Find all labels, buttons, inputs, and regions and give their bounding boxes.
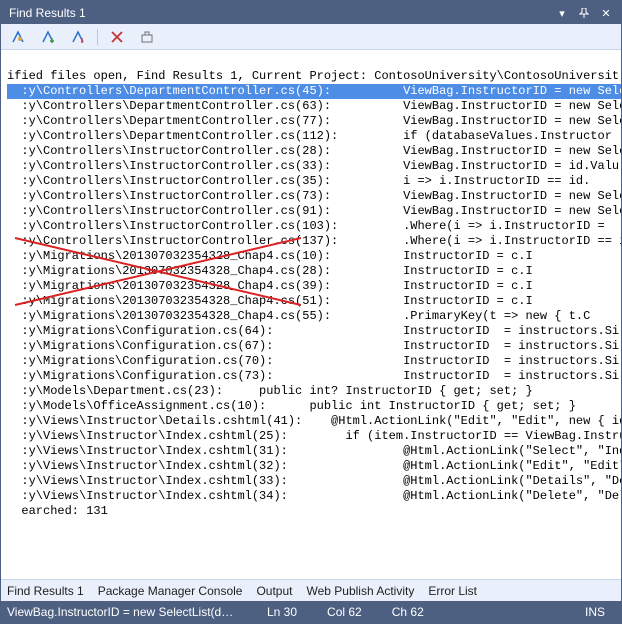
result-line[interactable]: :y\Views\Instructor\Index.cshtml(34): @H…: [7, 489, 621, 504]
result-line[interactable]: :y\Views\Instructor\Details.cshtml(41): …: [7, 414, 621, 429]
result-line[interactable]: :y\Controllers\DepartmentController.cs(7…: [7, 114, 621, 129]
status-col: Col 62: [327, 605, 362, 619]
result-line[interactable]: :y\Controllers\InstructorController.cs(3…: [7, 174, 621, 189]
result-line[interactable]: :y\Migrations\201307032354328_Chap4.cs(5…: [7, 294, 621, 309]
result-line[interactable]: :y\Controllers\InstructorController.cs(9…: [7, 204, 621, 219]
result-line[interactable]: :y\Controllers\InstructorController.cs(1…: [7, 219, 621, 234]
tab-find-results[interactable]: Find Results 1: [7, 584, 84, 598]
result-line[interactable]: :y\Models\OfficeAssignment.cs(10): publi…: [7, 399, 621, 414]
tab-web-publish[interactable]: Web Publish Activity: [307, 584, 415, 598]
result-line[interactable]: :y\Views\Instructor\Index.cshtml(25): if…: [7, 429, 621, 444]
result-line[interactable]: :y\Controllers\DepartmentController.cs(4…: [7, 84, 621, 99]
close-icon[interactable]: ✕: [595, 4, 617, 22]
tab-error-list[interactable]: Error List: [428, 584, 477, 598]
results-footer: earched: 131: [7, 504, 621, 519]
bottom-tabs: Find Results 1 Package Manager Console O…: [1, 579, 621, 601]
tab-output[interactable]: Output: [256, 584, 292, 598]
status-line: Ln 30: [267, 605, 297, 619]
status-ins: INS: [585, 605, 605, 619]
result-line[interactable]: :y\Migrations\201307032354328_Chap4.cs(2…: [7, 264, 621, 279]
result-line[interactable]: :y\Migrations\Configuration.cs(67): Inst…: [7, 339, 621, 354]
result-line[interactable]: :y\Migrations\201307032354328_Chap4.cs(1…: [7, 249, 621, 264]
result-line[interactable]: :y\Controllers\DepartmentController.cs(1…: [7, 129, 621, 144]
statusbar: ViewBag.InstructorID = new SelectList(db…: [1, 601, 621, 623]
stop-button[interactable]: [106, 26, 128, 48]
result-line[interactable]: :y\Controllers\InstructorController.cs(2…: [7, 144, 621, 159]
result-line[interactable]: :y\Migrations\Configuration.cs(64): Inst…: [7, 324, 621, 339]
titlebar: Find Results 1 ▾ ✕: [1, 2, 621, 24]
dropdown-icon[interactable]: ▾: [551, 4, 573, 22]
status-message: ViewBag.InstructorID = new SelectList(db…: [7, 605, 237, 619]
toolbar-separator: [97, 29, 98, 45]
result-line[interactable]: :y\Controllers\InstructorController.cs(7…: [7, 189, 621, 204]
result-line[interactable]: :y\Controllers\InstructorController.cs(3…: [7, 159, 621, 174]
result-line[interactable]: :y\Migrations\Configuration.cs(70): Inst…: [7, 354, 621, 369]
result-line[interactable]: :y\Views\Instructor\Index.cshtml(32): @H…: [7, 459, 621, 474]
result-line[interactable]: :y\Views\Instructor\Index.cshtml(33): @H…: [7, 474, 621, 489]
status-ch: Ch 62: [392, 605, 424, 619]
result-line[interactable]: :y\Models\Department.cs(23): public int?…: [7, 384, 621, 399]
toolbar: [1, 24, 621, 50]
result-line[interactable]: :y\Controllers\InstructorController.cs(1…: [7, 234, 621, 249]
result-line[interactable]: :y\Migrations\Configuration.cs(73): Inst…: [7, 369, 621, 384]
results-header: ified files open, Find Results 1, Curren…: [7, 69, 621, 84]
next-location-button[interactable]: [67, 26, 89, 48]
result-line[interactable]: :y\Views\Instructor\Index.cshtml(31): @H…: [7, 444, 621, 459]
results-pane[interactable]: ified files open, Find Results 1, Curren…: [1, 50, 621, 579]
prev-location-button[interactable]: [37, 26, 59, 48]
pin-icon[interactable]: [573, 4, 595, 22]
result-line[interactable]: :y\Migrations\201307032354328_Chap4.cs(5…: [7, 309, 621, 324]
window-title: Find Results 1: [9, 6, 551, 20]
goto-location-button[interactable]: [7, 26, 29, 48]
tab-package-manager[interactable]: Package Manager Console: [98, 584, 243, 598]
result-line[interactable]: :y\Controllers\DepartmentController.cs(6…: [7, 99, 621, 114]
result-line[interactable]: :y\Migrations\201307032354328_Chap4.cs(3…: [7, 279, 621, 294]
clear-all-button[interactable]: [136, 26, 158, 48]
